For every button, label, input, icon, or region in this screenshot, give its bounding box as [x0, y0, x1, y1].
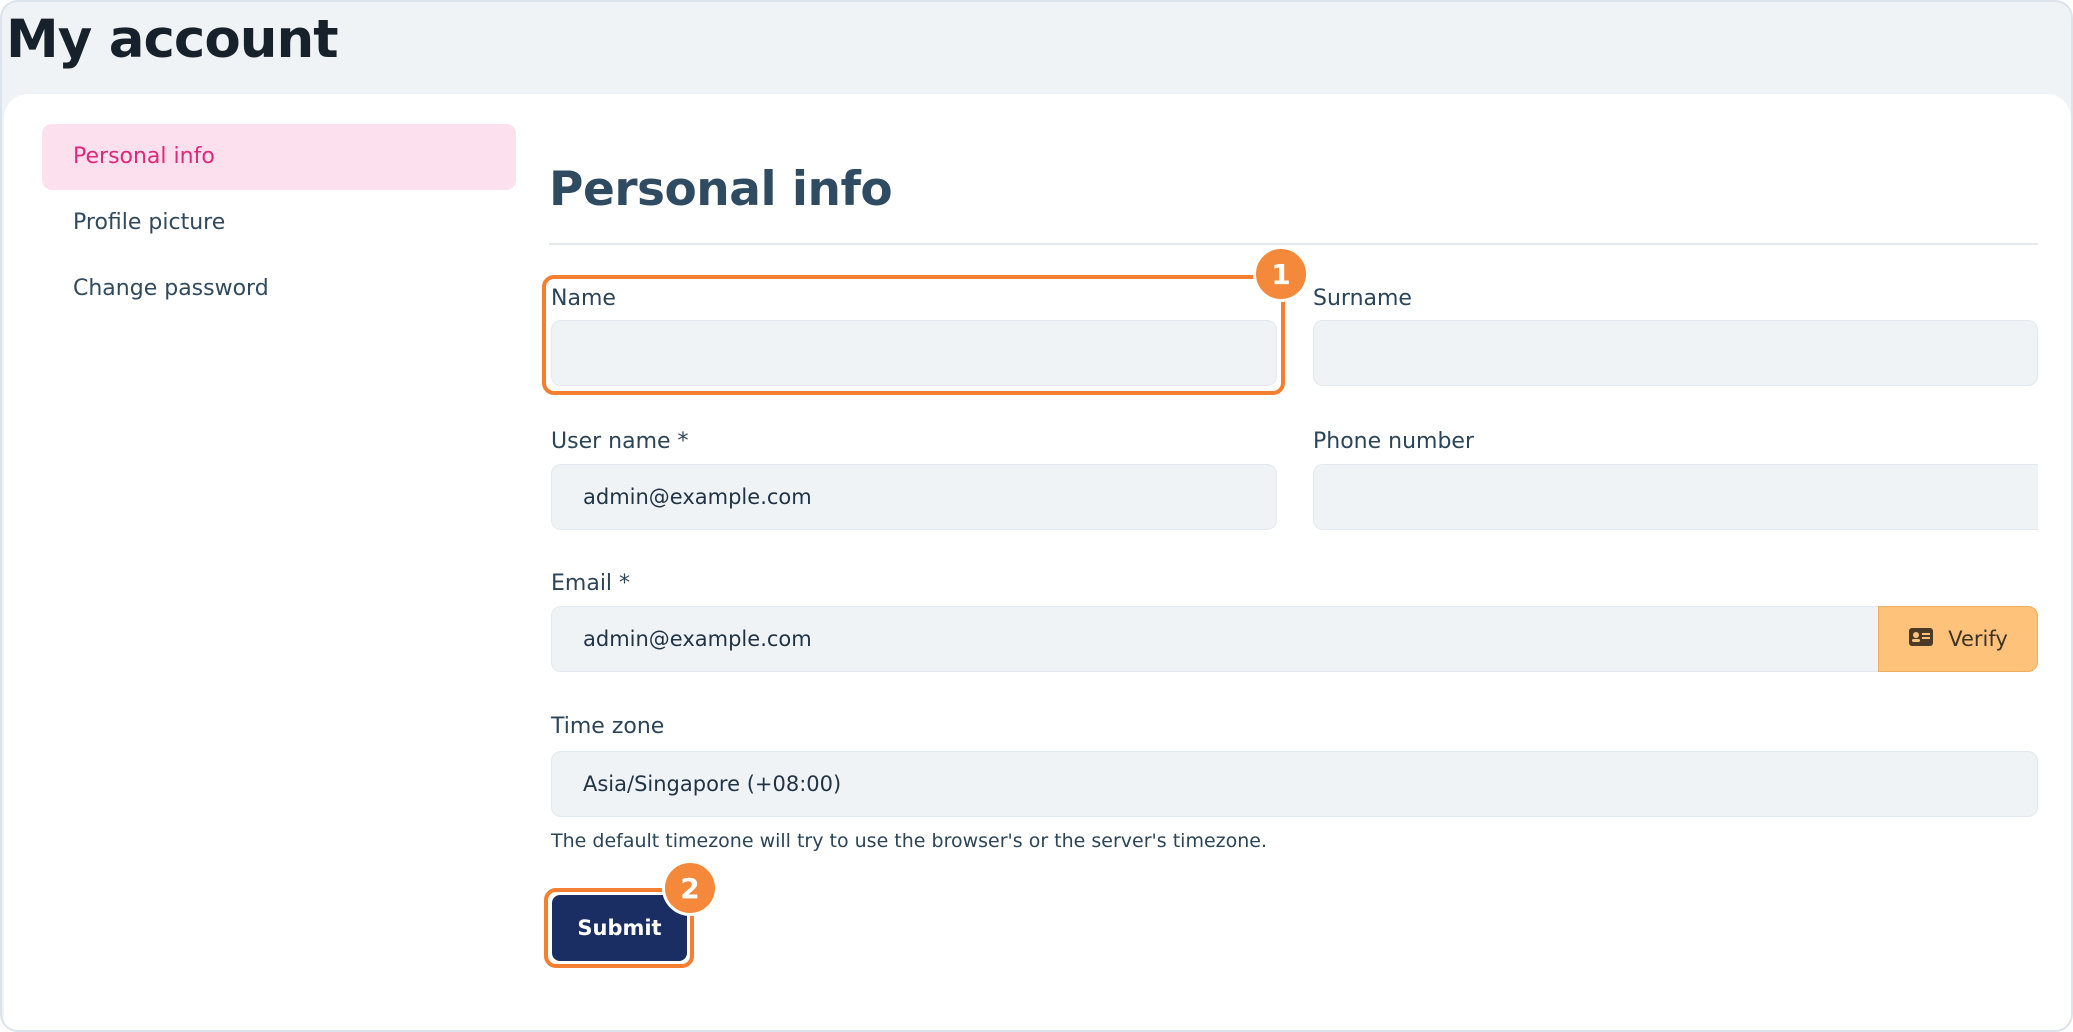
sidebar-item-change-password[interactable]: Change password — [42, 256, 516, 322]
timezone-label: Time zone — [551, 714, 665, 739]
sidebar-item-profile-picture[interactable]: Profile picture — [42, 190, 516, 256]
content-card: Personal info Profile picture Change pas… — [4, 94, 2071, 1030]
verify-label: Verify — [1948, 627, 2008, 651]
email-field[interactable]: admin@example.com — [551, 606, 1879, 672]
phone-label: Phone number — [1313, 429, 1475, 454]
verify-button[interactable]: Verify — [1878, 606, 2038, 672]
section-title: Personal info — [549, 162, 893, 217]
annotation-marker-2: 2 — [662, 860, 718, 916]
username-label: User name * — [551, 429, 689, 454]
app-frame: My account Personal info Profile picture… — [0, 0, 2073, 1032]
email-label: Email * — [551, 571, 631, 596]
username-field[interactable]: admin@example.com — [551, 464, 1277, 530]
name-field[interactable] — [551, 320, 1277, 386]
annotation-marker-1: 1 — [1253, 246, 1309, 302]
sidebar-item-personal-info[interactable]: Personal info — [42, 124, 516, 190]
sidebar: Personal info Profile picture Change pas… — [42, 124, 516, 322]
section-divider — [549, 243, 2038, 245]
surname-field[interactable] — [1313, 320, 2038, 386]
timezone-help-text: The default timezone will try to use the… — [551, 830, 1268, 852]
timezone-select[interactable]: Asia/Singapore (+08:00) — [551, 751, 2038, 817]
id-card-icon — [1908, 627, 1934, 652]
surname-label: Surname — [1313, 286, 1412, 311]
name-label: Name — [551, 286, 616, 311]
page-title: My account — [6, 9, 339, 70]
phone-field[interactable] — [1313, 464, 2038, 530]
